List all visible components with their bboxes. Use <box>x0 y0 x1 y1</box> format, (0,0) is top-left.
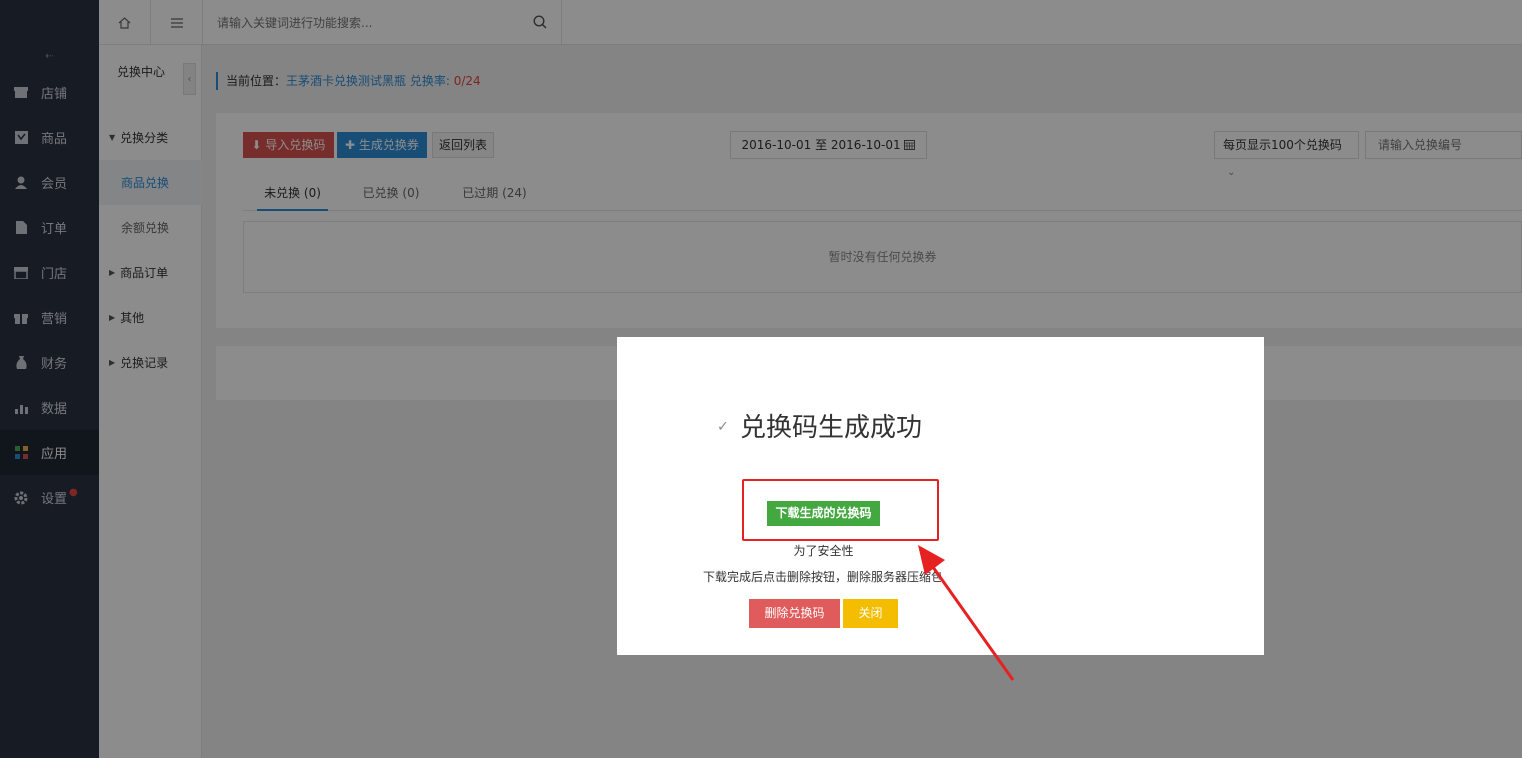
annotation-arrow-icon <box>918 545 1015 681</box>
